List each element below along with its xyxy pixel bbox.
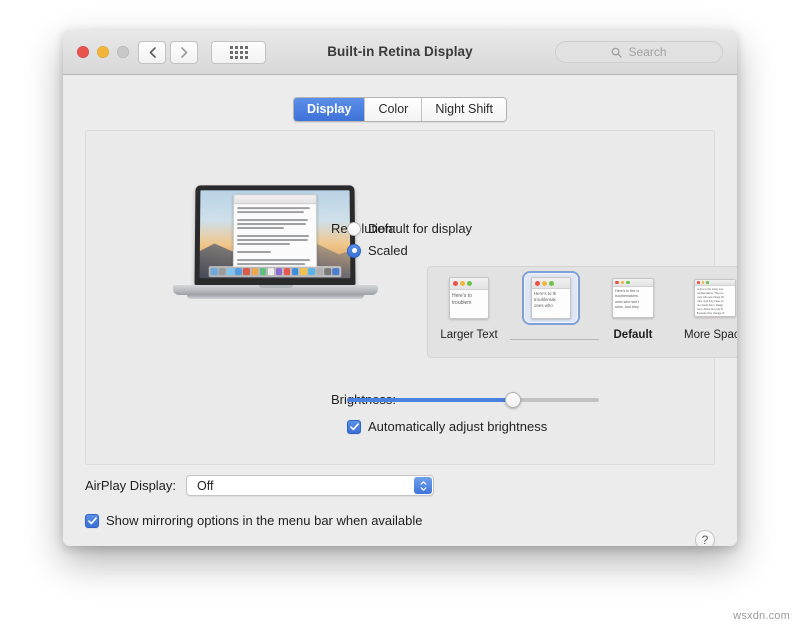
macbook-notch — [259, 285, 293, 288]
resolution-label-larger-text: Larger Text — [440, 329, 497, 341]
airplay-display-value: Off — [197, 479, 213, 493]
scaled-resolution-options: Here's to troublem Larger Text — [427, 266, 737, 358]
search-field[interactable]: Search — [555, 41, 723, 63]
screenshot-root: Built-in Retina Display Search Display C… — [0, 0, 800, 628]
resolution-label-default: Default — [614, 329, 653, 341]
textedit-toolbar — [234, 196, 316, 205]
radio-scaled[interactable]: Scaled — [347, 243, 472, 258]
checkmark-icon — [88, 517, 97, 525]
mirroring-label: Show mirroring options in the menu bar w… — [106, 513, 423, 528]
window-titlebar: Built-in Retina Display Search — [63, 30, 737, 75]
mini-window-larger-text: Here's to troublem — [449, 277, 489, 319]
macbook-foot — [187, 295, 364, 299]
radio-label-scaled: Scaled — [368, 243, 408, 258]
mirroring-checkbox-row[interactable]: Show mirroring options in the menu bar w… — [85, 513, 715, 528]
resolution-option-larger-text[interactable]: Here's to troublem Larger Text — [428, 273, 510, 341]
mini-text-line: ones who — [534, 303, 568, 309]
mini-text-line: Because they change th — [697, 312, 734, 316]
auto-brightness-label: Automatically adjust brightness — [368, 419, 547, 434]
airplay-display-select[interactable]: Off — [186, 475, 434, 496]
radio-label-default: Default for display — [368, 221, 472, 236]
chevron-up-icon — [420, 481, 427, 485]
mirroring-checkbox[interactable] — [85, 514, 99, 528]
thumb-frame-larger-text[interactable]: Here's to troublem — [442, 273, 496, 323]
brightness-slider-thumb[interactable] — [505, 392, 521, 408]
watermark: wsxdn.com — [733, 610, 790, 622]
tab-bar: Display Color Night Shift — [63, 97, 737, 122]
stepper-arrows-icon[interactable] — [414, 477, 432, 494]
chevron-down-icon — [420, 487, 427, 491]
checkmark-icon — [350, 423, 359, 431]
textedit-window — [233, 195, 317, 267]
window-content: Display Color Night Shift — [63, 75, 737, 546]
airplay-display-row: AirPlay Display: Off — [85, 475, 715, 496]
thumb-frame-default[interactable]: Here's to the cr troublemakers. ones who… — [606, 273, 660, 323]
resolution-option-more-space[interactable]: Here's to the crazy one troublemakers. T… — [674, 273, 737, 341]
resolution-label-more-space: More Space — [684, 329, 737, 341]
brightness-row: Brightness: Automatically adjust brightn… — [427, 392, 599, 434]
scale-tick-line — [510, 339, 599, 340]
textedit-body — [234, 205, 316, 265]
thumb-frame-selected[interactable]: Here's to th troublemak ones who — [524, 273, 578, 323]
mini-window-more-space: Here's to the crazy one troublemakers. T… — [694, 279, 736, 317]
tab-night-shift[interactable]: Night Shift — [422, 98, 506, 121]
resolution-label: Resolution: — [331, 221, 341, 236]
macbook-screen — [200, 190, 351, 278]
resolution-option-default[interactable]: Here's to the cr troublemakers. ones who… — [592, 273, 674, 341]
mini-window-selected: Here's to th troublemak ones who — [531, 277, 571, 319]
radio-default-for-display[interactable]: Default for display — [347, 221, 472, 236]
mini-text-line: rules. And they — [615, 305, 651, 310]
radio-button-on[interactable] — [347, 244, 361, 258]
tab-display[interactable]: Display — [294, 98, 365, 121]
system-preferences-window: Built-in Retina Display Search Display C… — [63, 30, 737, 546]
macos-dock — [209, 266, 342, 277]
auto-brightness-checkbox[interactable] — [347, 420, 361, 434]
brightness-slider-fill — [347, 398, 513, 402]
tab-color[interactable]: Color — [365, 98, 422, 121]
resolution-row: Resolution: Default for display Scaled — [427, 221, 472, 265]
mini-text-line: Here's to — [452, 293, 486, 300]
mini-text-line: troublem — [452, 300, 486, 307]
mini-window-default: Here's to the cr troublemakers. ones who… — [612, 278, 654, 318]
brightness-slider[interactable] — [347, 398, 599, 402]
airplay-display-label: AirPlay Display: — [85, 478, 176, 493]
thumb-frame-more-space[interactable]: Here's to the crazy one troublemakers. T… — [688, 273, 737, 323]
search-icon — [611, 47, 622, 58]
help-button[interactable]: ? — [695, 530, 715, 546]
bottom-section: AirPlay Display: Off — [85, 475, 715, 528]
resolution-option-selected[interactable]: Here's to th troublemak ones who — [510, 273, 592, 341]
auto-brightness-checkbox-row[interactable]: Automatically adjust brightness — [347, 419, 599, 434]
search-placeholder: Search — [628, 45, 666, 59]
brightness-label: Brightness: — [331, 392, 341, 407]
radio-button-off[interactable] — [347, 222, 361, 236]
